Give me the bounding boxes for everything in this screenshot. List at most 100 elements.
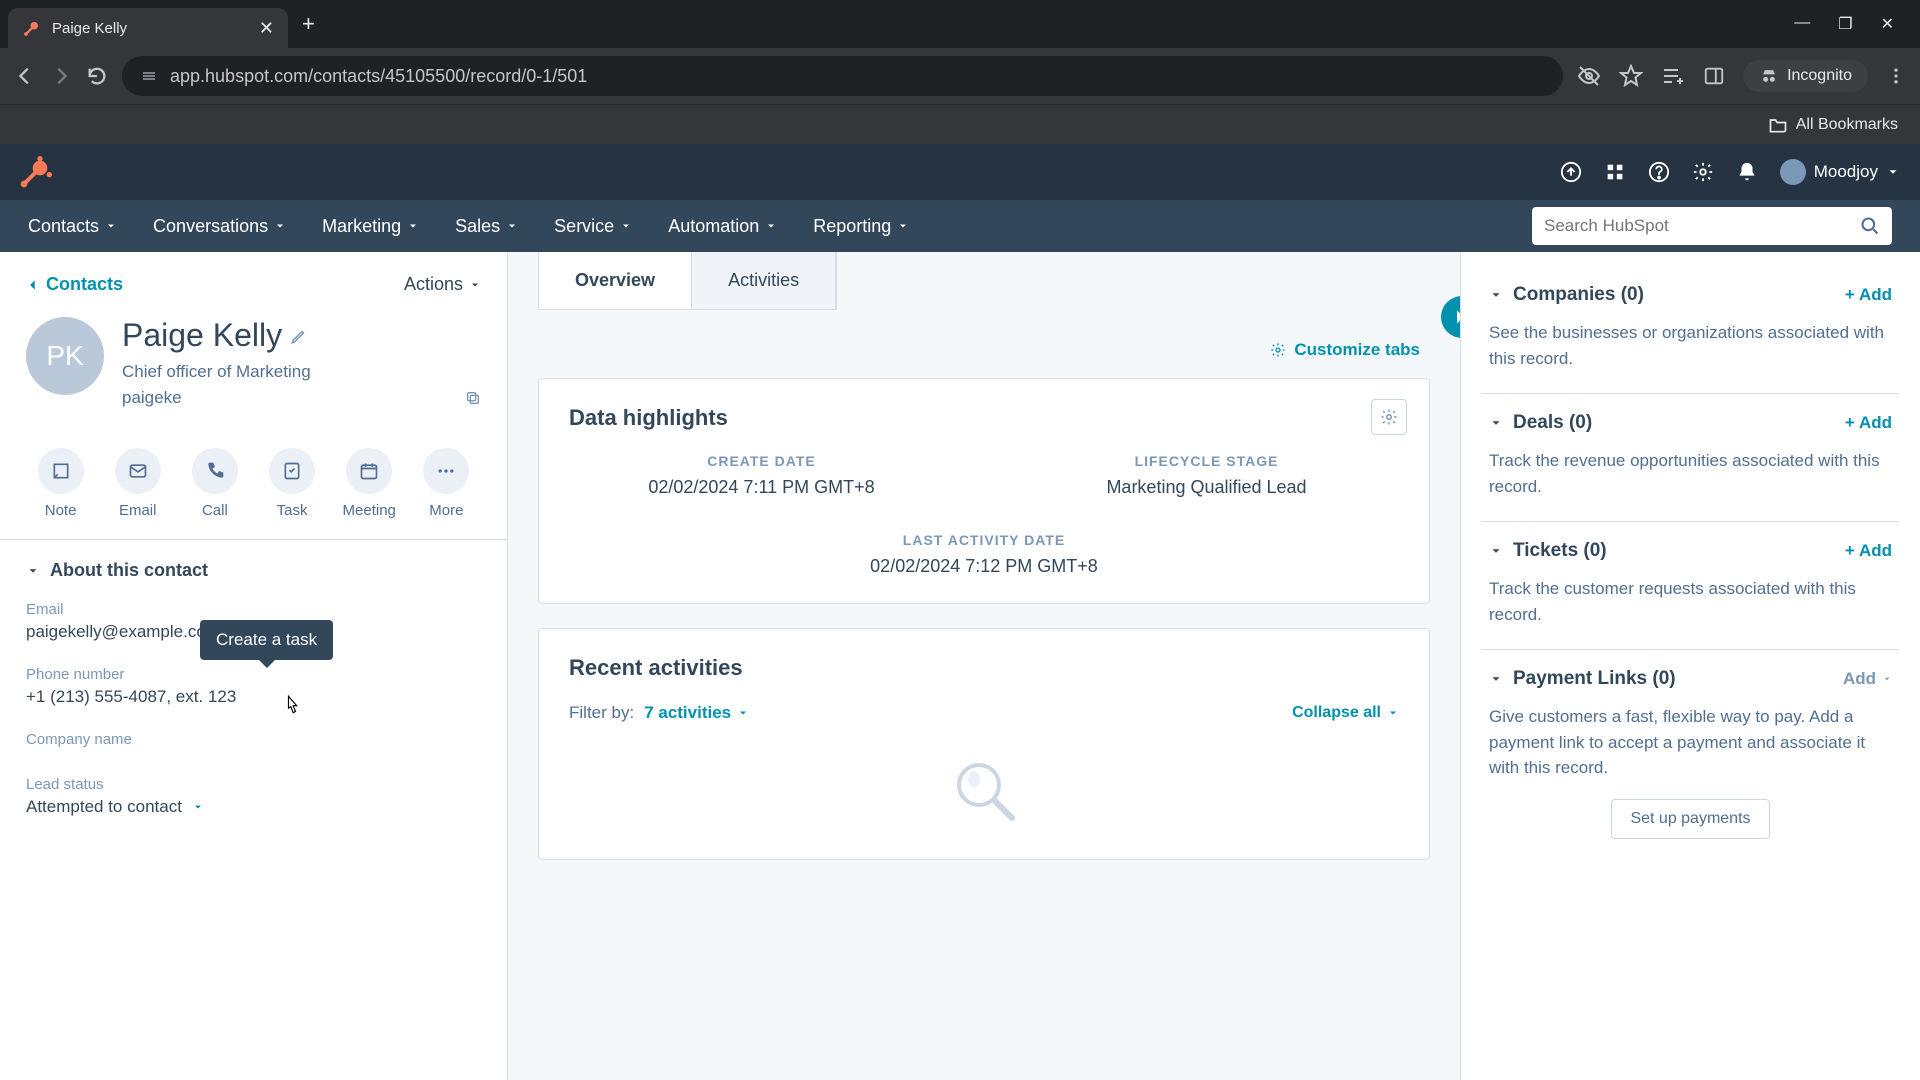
help-icon[interactable] xyxy=(1648,161,1670,183)
browser-forward-icon[interactable] xyxy=(50,65,72,87)
back-to-contacts[interactable]: Contacts xyxy=(26,274,123,295)
chevron-down-icon[interactable] xyxy=(1489,288,1503,302)
upgrade-icon[interactable] xyxy=(1560,161,1582,183)
tooltip-create-task: Create a task xyxy=(200,620,333,660)
global-search[interactable] xyxy=(1532,207,1892,245)
data-highlights-title: Data highlights xyxy=(569,405,1399,431)
tab-activities[interactable]: Activities xyxy=(692,252,836,309)
action-note[interactable]: Note xyxy=(26,448,96,519)
tickets-add-button[interactable]: + Add xyxy=(1845,541,1892,561)
action-meeting[interactable]: Meeting xyxy=(334,448,404,519)
incognito-button[interactable]: Incognito xyxy=(1743,60,1868,92)
empty-search-icon xyxy=(944,753,1024,833)
incognito-label: Incognito xyxy=(1787,67,1852,85)
url-text: app.hubspot.com/contacts/45105500/record… xyxy=(170,66,1545,87)
browser-reload-icon[interactable] xyxy=(86,65,108,87)
marketplace-icon[interactable] xyxy=(1604,161,1626,183)
nav-service[interactable]: Service xyxy=(554,216,632,237)
nav-contacts[interactable]: Contacts xyxy=(28,216,117,237)
companies-body: See the businesses or organizations asso… xyxy=(1489,320,1892,371)
search-input[interactable] xyxy=(1544,216,1850,236)
companies-add-button[interactable]: + Add xyxy=(1845,285,1892,305)
lead-status-select[interactable]: Attempted to contact xyxy=(26,797,481,817)
email-label: Email xyxy=(26,601,481,618)
hubspot-logo-icon[interactable] xyxy=(20,156,52,188)
back-label: Contacts xyxy=(46,274,123,295)
about-section-toggle[interactable]: About this contact xyxy=(0,540,507,595)
lead-status-value: Attempted to contact xyxy=(26,797,182,817)
chevron-down-icon[interactable] xyxy=(1489,672,1503,686)
chevron-down-icon[interactable] xyxy=(1489,544,1503,558)
window-minimize-icon[interactable]: — xyxy=(1794,14,1810,34)
task-icon xyxy=(282,461,302,481)
payment-links-add-button[interactable]: Add xyxy=(1843,669,1892,689)
hl-lifecycle-value: Marketing Qualified Lead xyxy=(1014,477,1399,498)
action-call[interactable]: Call xyxy=(180,448,250,519)
tab-title: Paige Kelly xyxy=(52,20,249,37)
all-bookmarks-button[interactable]: All Bookmarks xyxy=(1796,116,1898,134)
site-info-icon xyxy=(140,67,158,85)
collapse-all-label: Collapse all xyxy=(1292,704,1381,722)
copy-email-icon[interactable] xyxy=(465,390,481,406)
tickets-title[interactable]: Tickets (0) xyxy=(1513,540,1835,562)
bookmark-star-icon[interactable] xyxy=(1619,64,1643,88)
chevron-down-icon xyxy=(1886,165,1900,179)
action-call-label: Call xyxy=(202,502,228,519)
card-settings-button[interactable] xyxy=(1371,399,1407,435)
tab-overview[interactable]: Overview xyxy=(539,252,692,309)
payment-links-body: Give customers a fast, flexible way to p… xyxy=(1489,704,1892,781)
edit-name-icon[interactable] xyxy=(290,327,308,345)
action-more[interactable]: More xyxy=(411,448,481,519)
settings-icon[interactable] xyxy=(1692,161,1714,183)
setup-payments-button[interactable]: Set up payments xyxy=(1611,799,1769,839)
chevron-down-icon xyxy=(105,220,117,232)
folder-icon xyxy=(1768,115,1788,135)
action-task[interactable]: Task xyxy=(257,448,327,519)
hl-create-date-value: 02/02/2024 7:11 PM GMT+8 xyxy=(569,477,954,498)
deals-add-button[interactable]: + Add xyxy=(1845,413,1892,433)
nav-sales[interactable]: Sales xyxy=(455,216,518,237)
note-icon xyxy=(51,461,71,481)
payment-links-title[interactable]: Payment Links (0) xyxy=(1513,668,1833,690)
window-close-icon[interactable]: ✕ xyxy=(1881,14,1894,34)
nav-conversations[interactable]: Conversations xyxy=(153,216,286,237)
notifications-icon[interactable] xyxy=(1736,161,1758,183)
payment-links-add-label: Add xyxy=(1843,669,1876,689)
phone-value[interactable]: +1 (213) 555-4087, ext. 123 xyxy=(26,687,481,707)
tab-close-icon[interactable]: ✕ xyxy=(259,18,274,39)
incognito-icon xyxy=(1759,66,1779,86)
nav-reporting[interactable]: Reporting xyxy=(813,216,909,237)
window-maximize-icon[interactable]: ❐ xyxy=(1838,14,1852,34)
action-email[interactable]: Email xyxy=(103,448,173,519)
customize-tabs-button[interactable]: Customize tabs xyxy=(1270,340,1420,360)
calendar-icon xyxy=(359,461,379,481)
browser-tab[interactable]: Paige Kelly ✕ xyxy=(8,8,288,48)
companies-title[interactable]: Companies (0) xyxy=(1513,284,1835,306)
collapse-all-button[interactable]: Collapse all xyxy=(1292,704,1399,722)
account-menu[interactable]: Moodjoy xyxy=(1780,159,1900,185)
deals-title[interactable]: Deals (0) xyxy=(1513,412,1835,434)
nav-automation[interactable]: Automation xyxy=(668,216,777,237)
expand-right-sidebar-button[interactable] xyxy=(1441,296,1460,338)
chevron-down-icon xyxy=(506,220,518,232)
eye-off-icon[interactable] xyxy=(1577,64,1601,88)
new-tab-button[interactable]: + xyxy=(302,11,315,37)
chevron-down-icon xyxy=(765,220,777,232)
chevron-down-icon xyxy=(407,220,419,232)
chevron-down-icon[interactable] xyxy=(1489,416,1503,430)
browser-menu-icon[interactable] xyxy=(1886,66,1906,86)
browser-back-icon[interactable] xyxy=(14,65,36,87)
filter-activities-dropdown[interactable]: 7 activities xyxy=(644,703,749,723)
company-label: Company name xyxy=(26,731,481,748)
tickets-body: Track the customer requests associated w… xyxy=(1489,576,1892,627)
url-bar[interactable]: app.hubspot.com/contacts/45105500/record… xyxy=(122,56,1563,96)
chevron-down-icon xyxy=(737,707,749,719)
filter-value: 7 activities xyxy=(644,703,731,723)
contact-avatar[interactable]: PK xyxy=(26,317,104,395)
nav-marketing[interactable]: Marketing xyxy=(322,216,419,237)
action-meeting-label: Meeting xyxy=(343,502,396,519)
actions-menu[interactable]: Actions xyxy=(404,274,481,295)
playlist-icon[interactable] xyxy=(1661,64,1685,88)
chevron-down-icon xyxy=(1387,707,1399,719)
sidepanel-icon[interactable] xyxy=(1703,65,1725,87)
